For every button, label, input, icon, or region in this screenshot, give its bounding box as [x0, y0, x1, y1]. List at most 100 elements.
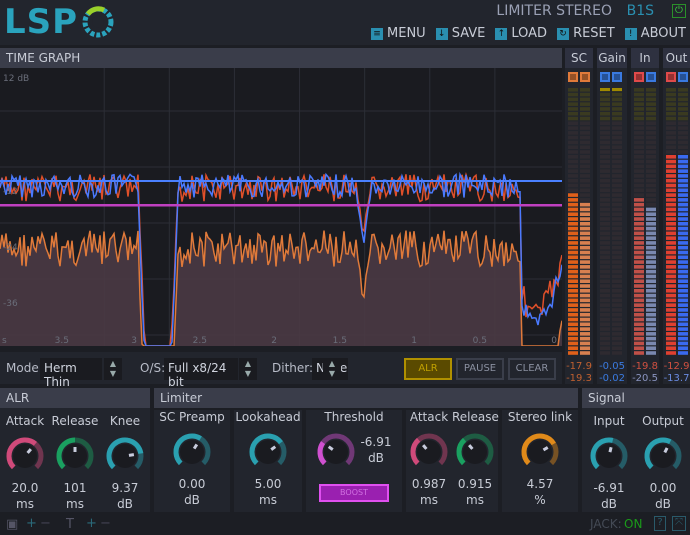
knob-release[interactable]: [55, 436, 95, 476]
reset-button[interactable]: ↻ RESET: [557, 22, 615, 45]
meter-segment: [580, 198, 590, 202]
graph-controls: Mode: Herm Thin ▲ ▼ O/S: Full x8/24 bit ▲…: [0, 352, 562, 389]
meter-segment: [612, 336, 622, 341]
meter-segment: [666, 121, 676, 126]
meter-segment: [666, 92, 676, 97]
meter-segment: [678, 178, 688, 183]
save-label: SAVE: [451, 26, 486, 41]
meter-bars: [634, 72, 656, 355]
meter-segment: [612, 102, 622, 106]
knob-cell: Attack 20.0 ms: [0, 414, 50, 512]
knob-sc-preamp[interactable]: [172, 432, 212, 472]
knob-attack[interactable]: [5, 436, 45, 476]
zoom-in-icon[interactable]: +: [26, 516, 37, 531]
mode-select[interactable]: Herm Thin: [40, 358, 102, 389]
mode-spinner-icon[interactable]: ▲ ▼: [104, 358, 122, 380]
meter-segment: [678, 250, 688, 255]
font-size-icon[interactable]: T: [66, 517, 74, 532]
load-button[interactable]: ↑ LOAD: [495, 22, 547, 45]
dither-spinner-icon[interactable]: ▲ ▼: [323, 358, 341, 380]
meter-segment: [634, 245, 644, 250]
knob-label: Knee: [109, 414, 141, 428]
knob-attack[interactable]: [409, 432, 449, 472]
font-increase-icon[interactable]: +: [86, 516, 97, 531]
header: LSP LIMITER STEREO B1S ⏻ ≡ MENU ↓ SAVE ↑ LO…: [0, 0, 690, 45]
meter-segment: [666, 260, 676, 264]
boost-button[interactable]: BOOST: [319, 484, 389, 502]
y-tick-label: 12 dB: [3, 74, 29, 84]
meter-segment: [646, 188, 656, 193]
x-tick-label: 1: [411, 336, 417, 346]
help-icon[interactable]: ?: [654, 516, 666, 531]
meter-segment: [600, 207, 610, 212]
meter-segment: [580, 332, 590, 336]
knob-release[interactable]: [455, 432, 495, 472]
pause-button[interactable]: PAUSE: [456, 358, 504, 380]
meter-segment: [568, 145, 578, 150]
meter-segment: [612, 178, 622, 183]
meter-segment: [612, 317, 622, 322]
meter-segment: [568, 222, 578, 226]
meter-segment: [568, 140, 578, 145]
about-button[interactable]: ! ABOUT: [624, 22, 686, 45]
font-decrease-icon[interactable]: −: [100, 516, 111, 531]
meter-segment: [646, 183, 656, 188]
meter-segment: [600, 183, 610, 188]
knob-value: 0.00: [649, 481, 677, 495]
knob-cell: Release 101 ms: [50, 414, 100, 512]
meter-segment: [678, 312, 688, 317]
knob-knee[interactable]: [105, 436, 145, 476]
os-spinner-icon[interactable]: ▲ ▼: [239, 358, 257, 380]
meter-segment: [612, 241, 622, 245]
meter-segment: [612, 145, 622, 150]
meter-segment: [646, 293, 656, 298]
meter-segment: [580, 236, 590, 240]
meter-segment: [666, 303, 676, 307]
meter-segment: [612, 155, 622, 159]
meter-segment: [666, 193, 676, 197]
meter-segment: [580, 231, 590, 236]
meter-segment: [600, 332, 610, 336]
clear-button[interactable]: CLEAR: [508, 358, 556, 380]
meter-segment: [634, 250, 644, 255]
fullscreen-icon[interactable]: ⤧: [672, 516, 686, 531]
knob-unit: dB: [655, 497, 671, 511]
meter-segment: [580, 241, 590, 245]
alr-button[interactable]: ALR: [404, 358, 452, 380]
meter-value: -0.02: [599, 373, 625, 384]
meter-segment: [612, 121, 622, 126]
knob-stereo-link[interactable]: [520, 432, 560, 472]
save-button[interactable]: ↓ SAVE: [435, 22, 486, 45]
meter-segment: [634, 121, 644, 126]
knob-lookahead[interactable]: [248, 432, 288, 472]
meter-segment: [600, 265, 610, 269]
meter-segment: [568, 202, 578, 207]
knob-threshold[interactable]: [316, 432, 356, 472]
oversampling-select[interactable]: Full x8/24 bit: [164, 358, 238, 389]
meter-value: -17.9: [566, 361, 592, 372]
meter-segment: [580, 188, 590, 193]
meter-segment: [580, 183, 590, 188]
window-size-icon[interactable]: ▣: [6, 517, 18, 532]
knob-label: Release: [452, 410, 499, 424]
meter-segment: [666, 169, 676, 173]
meter-segment: [646, 317, 656, 322]
load-icon: ↑: [495, 27, 508, 40]
meter-segment: [666, 226, 676, 231]
menu-button[interactable]: ≡ MENU: [371, 22, 426, 45]
x-tick-label: 2: [271, 336, 277, 346]
meter-segment: [612, 222, 622, 226]
knob-input[interactable]: [589, 436, 629, 476]
meter-segment: [678, 107, 688, 111]
signal-panel: Signal Input -6.91 dB Output 0.00 dB: [582, 388, 690, 512]
meter-segment: [666, 332, 676, 336]
knob-output[interactable]: [643, 436, 683, 476]
meter-segment: [646, 236, 656, 240]
zoom-out-icon[interactable]: −: [40, 516, 51, 531]
meter-segment: [600, 217, 610, 221]
power-icon[interactable]: ⏻: [672, 4, 686, 18]
meter-segment: [666, 274, 676, 279]
meter-segment: [634, 241, 644, 245]
meter-segment: [678, 245, 688, 250]
meter-segment: [646, 222, 656, 226]
